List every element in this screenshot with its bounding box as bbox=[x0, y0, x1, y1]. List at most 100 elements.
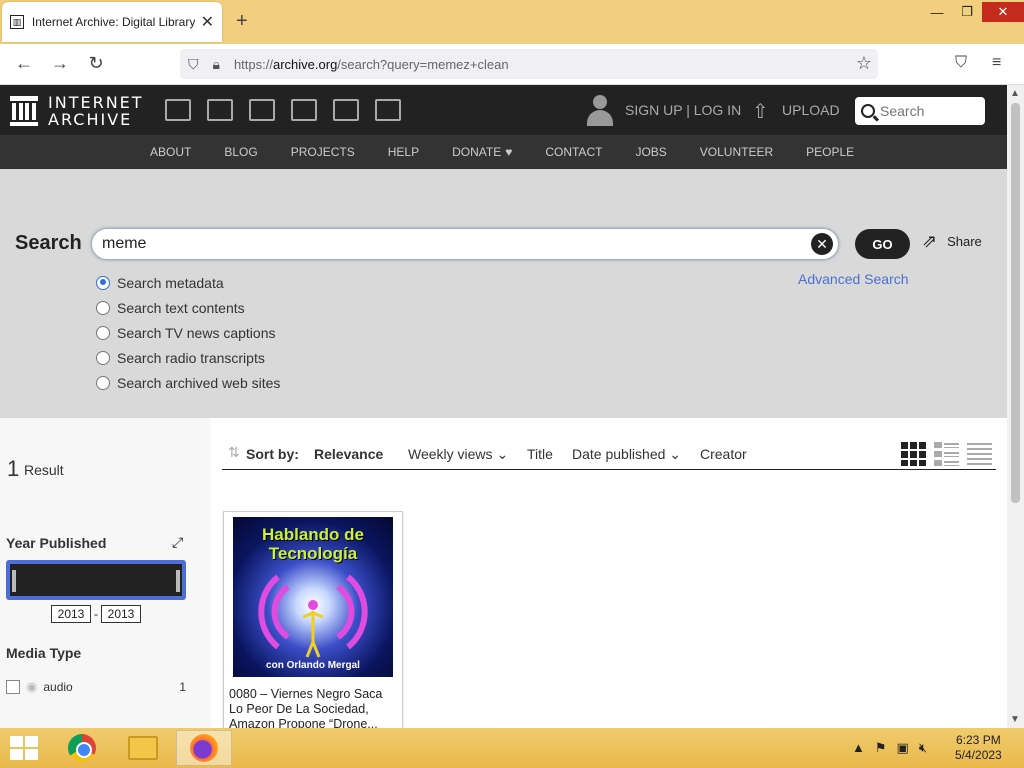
pocket-icon[interactable]: ⛉ bbox=[955, 54, 967, 72]
tab-close-icon[interactable]: ✕ bbox=[201, 12, 214, 32]
slider-left-handle[interactable] bbox=[12, 570, 16, 592]
option-radio-transcripts[interactable]: Search radio transcripts bbox=[96, 345, 280, 370]
result-thumbnail[interactable]: Hablando de Tecnología con Orlando Merga… bbox=[233, 517, 393, 677]
url-text[interactable]: https://archive.org/search?query=memez+c… bbox=[234, 57, 509, 72]
tile-view-icon[interactable] bbox=[901, 442, 926, 466]
minimize-icon[interactable]: — bbox=[922, 2, 952, 22]
windows-start-icon[interactable] bbox=[10, 736, 38, 760]
nav-contact[interactable]: CONTACT bbox=[545, 145, 602, 159]
facet-count: 1 bbox=[179, 680, 186, 694]
ia-sub-nav: ABOUT BLOG PROJECTS HELP DONATE ♥ CONTAC… bbox=[0, 135, 1007, 169]
browser-tab[interactable]: ▥ Internet Archive: Digital Library ✕ bbox=[2, 2, 222, 42]
sort-creator[interactable]: Creator bbox=[700, 446, 747, 462]
shield-icon[interactable]: ⛉ bbox=[188, 56, 199, 73]
option-text-contents[interactable]: Search text contents bbox=[96, 295, 280, 320]
year-histogram-slider[interactable] bbox=[6, 560, 186, 600]
main-search-box[interactable]: ✕ bbox=[91, 228, 839, 260]
share-button[interactable]: ⇗ Share bbox=[922, 231, 982, 252]
chrome-icon bbox=[68, 734, 96, 762]
signup-login-link[interactable]: SIGN UP | LOG IN bbox=[625, 102, 741, 118]
list-detail-view-icon[interactable] bbox=[934, 442, 959, 466]
browser-nav-bar: ← → ↻ ⛉ 🔒︎ https://archive.org/search?qu… bbox=[0, 44, 1024, 85]
radio[interactable] bbox=[96, 375, 110, 390]
nav-help[interactable]: HELP bbox=[388, 145, 419, 159]
radio[interactable] bbox=[96, 325, 110, 340]
clear-search-icon[interactable]: ✕ bbox=[811, 233, 833, 255]
network-icon[interactable]: ▣ bbox=[897, 740, 909, 756]
sort-date-published[interactable]: Date published ⌄ bbox=[572, 446, 681, 463]
sort-weekly-views[interactable]: Weekly views ⌄ bbox=[408, 446, 508, 463]
url-bar[interactable]: ⛉ 🔒︎ https://archive.org/search?query=me… bbox=[180, 49, 878, 79]
sort-relevance[interactable]: Relevance bbox=[314, 446, 383, 462]
lock-icon[interactable]: 🔒︎ bbox=[213, 56, 220, 73]
page-scrollbar[interactable]: ▲ ▼ bbox=[1007, 85, 1024, 728]
ia-logo-text: INTERNET ARCHIVE bbox=[48, 93, 144, 129]
volume-muted-icon[interactable]: 🔇︎ bbox=[919, 740, 927, 756]
option-label: Search archived web sites bbox=[117, 374, 281, 391]
year-separator: - bbox=[94, 607, 98, 621]
year-to-input[interactable]: 2013 bbox=[101, 605, 141, 623]
user-avatar-icon[interactable] bbox=[587, 95, 613, 126]
result-card[interactable]: Hablando de Tecnología con Orlando Merga… bbox=[223, 511, 403, 741]
scroll-up-icon[interactable]: ▲ bbox=[1010, 88, 1020, 99]
chevron-down-icon: ⌄ bbox=[669, 446, 682, 462]
thumbnail-subtitle: con Orlando Mergal bbox=[266, 660, 360, 671]
restore-icon[interactable]: ❐ bbox=[952, 2, 982, 22]
bookmark-star-icon[interactable]: ☆ bbox=[856, 53, 872, 74]
header-search-box[interactable] bbox=[855, 97, 985, 125]
expand-icon[interactable]: ⤢ bbox=[172, 534, 183, 551]
advanced-search-link[interactable]: Advanced Search bbox=[798, 271, 909, 287]
nav-people[interactable]: PEOPLE bbox=[806, 145, 854, 159]
radio[interactable] bbox=[96, 300, 110, 315]
compact-list-view-icon[interactable] bbox=[967, 442, 992, 466]
scroll-down-icon[interactable]: ▼ bbox=[1010, 714, 1020, 725]
nav-blog[interactable]: BLOG bbox=[224, 145, 257, 159]
reload-icon[interactable]: ↻ bbox=[84, 53, 108, 74]
search-section: Search ✕ GO ⇗ Share Advanced Search Sear… bbox=[0, 169, 1007, 418]
sort-title[interactable]: Title bbox=[527, 446, 553, 462]
nav-jobs[interactable]: JOBS bbox=[635, 145, 666, 159]
software-disk-icon[interactable] bbox=[333, 99, 359, 121]
taskbar-file-explorer[interactable] bbox=[115, 730, 171, 766]
nav-about[interactable]: ABOUT bbox=[150, 145, 191, 159]
video-film-icon[interactable] bbox=[249, 99, 275, 121]
taskbar-chrome[interactable] bbox=[54, 730, 110, 766]
sort-bar: ⇅ Sort by: Relevance Weekly views ⌄ Titl… bbox=[222, 442, 996, 470]
facet-audio[interactable]: ◉ audio 1 bbox=[6, 679, 186, 695]
nav-donate[interactable]: DONATE bbox=[452, 145, 501, 159]
ia-logo[interactable]: INTERNET ARCHIVE bbox=[10, 94, 144, 128]
taskbar-clock[interactable]: 6:23 PM 5/4/2023 bbox=[955, 733, 1002, 763]
new-tab-button[interactable]: + bbox=[236, 10, 248, 33]
flag-icon[interactable]: ⚑ bbox=[875, 740, 887, 756]
web-icon[interactable] bbox=[165, 99, 191, 121]
scroll-thumb[interactable] bbox=[1011, 103, 1020, 503]
result-title[interactable]: 0080 – Viernes Negro Saca Lo Peor De La … bbox=[229, 687, 399, 732]
forward-arrow-icon[interactable]: → bbox=[48, 53, 72, 74]
back-arrow-icon[interactable]: ← bbox=[12, 53, 36, 74]
radio[interactable] bbox=[96, 350, 110, 365]
header-search-input[interactable] bbox=[880, 103, 980, 119]
option-metadata[interactable]: Search metadata bbox=[96, 270, 280, 295]
radio-selected[interactable] bbox=[96, 275, 110, 290]
eye-icon[interactable]: ◉ bbox=[26, 679, 37, 695]
texts-book-icon[interactable] bbox=[207, 99, 233, 121]
nav-projects[interactable]: PROJECTS bbox=[291, 145, 355, 159]
search-icon bbox=[861, 104, 875, 118]
option-tv-captions[interactable]: Search TV news captions bbox=[96, 320, 280, 345]
go-button[interactable]: GO bbox=[855, 229, 910, 259]
taskbar-firefox[interactable] bbox=[176, 730, 232, 766]
year-from-input[interactable]: 2013 bbox=[51, 605, 91, 623]
images-icon[interactable] bbox=[375, 99, 401, 121]
window-close-icon[interactable]: ✕ bbox=[982, 2, 1024, 22]
option-web-sites[interactable]: Search archived web sites bbox=[96, 370, 280, 395]
nav-volunteer[interactable]: VOLUNTEER bbox=[700, 145, 773, 159]
menu-icon[interactable]: ≡ bbox=[992, 54, 1001, 72]
main-search-input[interactable] bbox=[102, 235, 782, 253]
audio-speaker-icon[interactable] bbox=[291, 99, 317, 121]
upload-link[interactable]: UPLOAD bbox=[782, 102, 840, 118]
tab-title: Internet Archive: Digital Library bbox=[31, 15, 195, 29]
slider-right-handle[interactable] bbox=[176, 570, 180, 592]
audio-checkbox[interactable] bbox=[6, 680, 20, 694]
tray-expand-icon[interactable]: ▲ bbox=[852, 740, 865, 756]
upload-icon[interactable]: ⇧ bbox=[752, 99, 769, 124]
